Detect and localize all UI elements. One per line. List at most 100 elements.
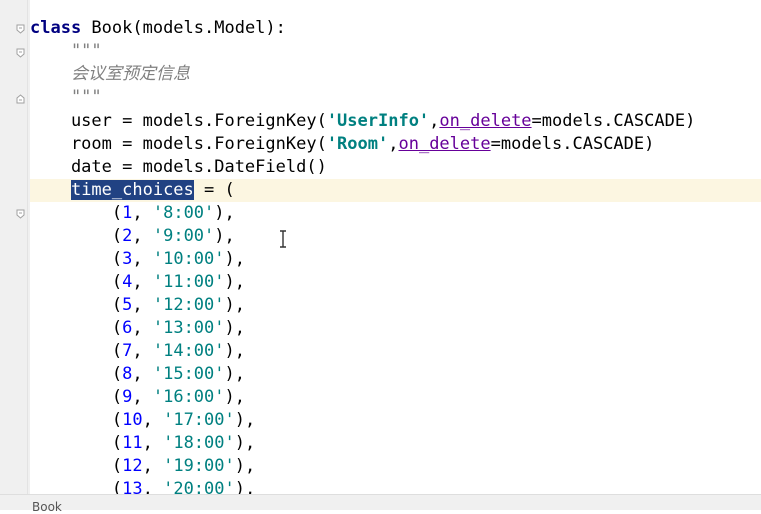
fold-end-marker-icon[interactable] [16, 94, 25, 104]
text-cursor-icon [280, 230, 286, 248]
docstring: """ [30, 87, 102, 107]
code-line[interactable]: (8, '15:00'), [30, 363, 761, 386]
code-text: ), [234, 410, 256, 430]
code-text: , [132, 364, 153, 384]
code-line[interactable]: """ [30, 40, 761, 63]
code-line[interactable]: (12, '19:00'), [30, 455, 761, 478]
code-line[interactable]: (3, '10:00'), [30, 248, 761, 271]
code-text: ), [234, 479, 256, 494]
fold-marker-icon[interactable] [16, 209, 25, 219]
code-text: =models.CASCADE) [490, 134, 655, 154]
code-line[interactable]: (13, '20:00'), [30, 478, 761, 494]
code-text: ), [224, 387, 245, 407]
string-literal: '8:00' [152, 203, 215, 223]
breadcrumb[interactable]: Book [32, 500, 62, 514]
code-text: ( [30, 272, 123, 292]
code-text: ( [30, 203, 123, 223]
string-literal: '17:00' [163, 410, 235, 430]
number-literal: 7 [122, 341, 133, 361]
code-text: ), [224, 364, 245, 384]
current-code-line[interactable]: time_choices = ( [30, 179, 761, 202]
code-text: ( [30, 295, 123, 315]
code-line[interactable]: 会议室预定信息 [30, 63, 761, 86]
code-text: , [429, 111, 440, 131]
code-text: ), [224, 295, 245, 315]
code-text: , [142, 410, 164, 430]
code-text: ), [224, 272, 245, 292]
keyword-argument: on_delete [439, 111, 532, 131]
code-line[interactable]: (1, '8:00'), [30, 202, 761, 225]
number-literal: 1 [122, 203, 133, 223]
code-text: date = models.DateField() [30, 157, 327, 177]
code-text: ), [224, 249, 245, 269]
code-line[interactable]: (11, '18:00'), [30, 432, 761, 455]
gutter-divider [27, 0, 28, 494]
code-text: ( [30, 479, 123, 494]
code-line[interactable]: (7, '14:00'), [30, 340, 761, 363]
code-line[interactable]: date = models.DateField() [30, 156, 761, 179]
code-text: , [132, 249, 153, 269]
code-line[interactable]: (6, '13:00'), [30, 317, 761, 340]
code-text: =models.CASCADE) [531, 111, 696, 131]
code-text: ( [30, 387, 123, 407]
number-literal: 5 [122, 295, 133, 315]
code-text: ( [30, 433, 123, 453]
string-literal: '10:00' [152, 249, 225, 269]
code-text: , [132, 272, 153, 292]
code-text: ), [234, 456, 256, 476]
code-line[interactable]: (2, '9:00'), [30, 225, 761, 248]
keyword-argument: on_delete [398, 134, 491, 154]
string-literal: '13:00' [152, 318, 225, 338]
code-text: , [132, 341, 153, 361]
editor-gutter [0, 0, 30, 494]
code-text: ), [214, 226, 235, 246]
number-literal: 3 [122, 249, 133, 269]
code-text: ( [30, 341, 123, 361]
code-text: = ( [193, 180, 235, 200]
code-line[interactable]: """ [30, 86, 761, 109]
fold-marker-icon[interactable] [16, 24, 25, 34]
code-text: ( [30, 249, 123, 269]
selected-text[interactable]: time_choices [70, 180, 194, 200]
code-line[interactable]: (5, '12:00'), [30, 294, 761, 317]
number-literal: 2 [122, 226, 133, 246]
number-literal: 8 [122, 364, 133, 384]
status-bar: Book [0, 494, 761, 514]
code-line[interactable]: user = models.ForeignKey('UserInfo',on_d… [30, 110, 761, 133]
code-line[interactable]: room = models.ForeignKey('Room',on_delet… [30, 133, 761, 156]
code-text: , [132, 387, 153, 407]
code-line[interactable]: class Book(models.Model): [30, 17, 761, 40]
fold-marker-icon[interactable] [16, 48, 25, 58]
code-line[interactable]: (4, '11:00'), [30, 271, 761, 294]
number-literal: 12 [122, 456, 143, 476]
code-text: ( [30, 226, 123, 246]
string-literal: '14:00' [152, 341, 225, 361]
string-literal: 'Room' [326, 134, 389, 154]
code-text: , [142, 433, 164, 453]
number-literal: 11 [122, 433, 143, 453]
code-line[interactable]: (9, '16:00'), [30, 386, 761, 409]
code-text: ), [224, 318, 245, 338]
code-text: user = models.ForeignKey( [30, 111, 327, 131]
string-literal: '18:00' [163, 433, 235, 453]
code-text: ( [30, 456, 123, 476]
code-text: ), [214, 203, 235, 223]
code-line[interactable]: (10, '17:00'), [30, 409, 761, 432]
string-literal: '19:00' [163, 456, 235, 476]
code-editor[interactable]: class Book(models.Model): """ 会议室预定信息 ""… [30, 0, 761, 494]
string-literal: 'UserInfo' [326, 111, 430, 131]
code-text: , [142, 479, 164, 494]
code-text: , [132, 203, 153, 223]
string-literal: '11:00' [152, 272, 225, 292]
string-literal: '20:00' [163, 479, 235, 494]
code-text: ), [224, 341, 245, 361]
number-literal: 4 [122, 272, 133, 292]
string-literal: '12:00' [152, 295, 225, 315]
code-text: ), [234, 433, 256, 453]
code-text: , [132, 295, 153, 315]
code-text: , [132, 226, 153, 246]
number-literal: 10 [122, 410, 143, 430]
code-text: Book(models.Model): [81, 18, 286, 38]
code-text: , [388, 134, 399, 154]
